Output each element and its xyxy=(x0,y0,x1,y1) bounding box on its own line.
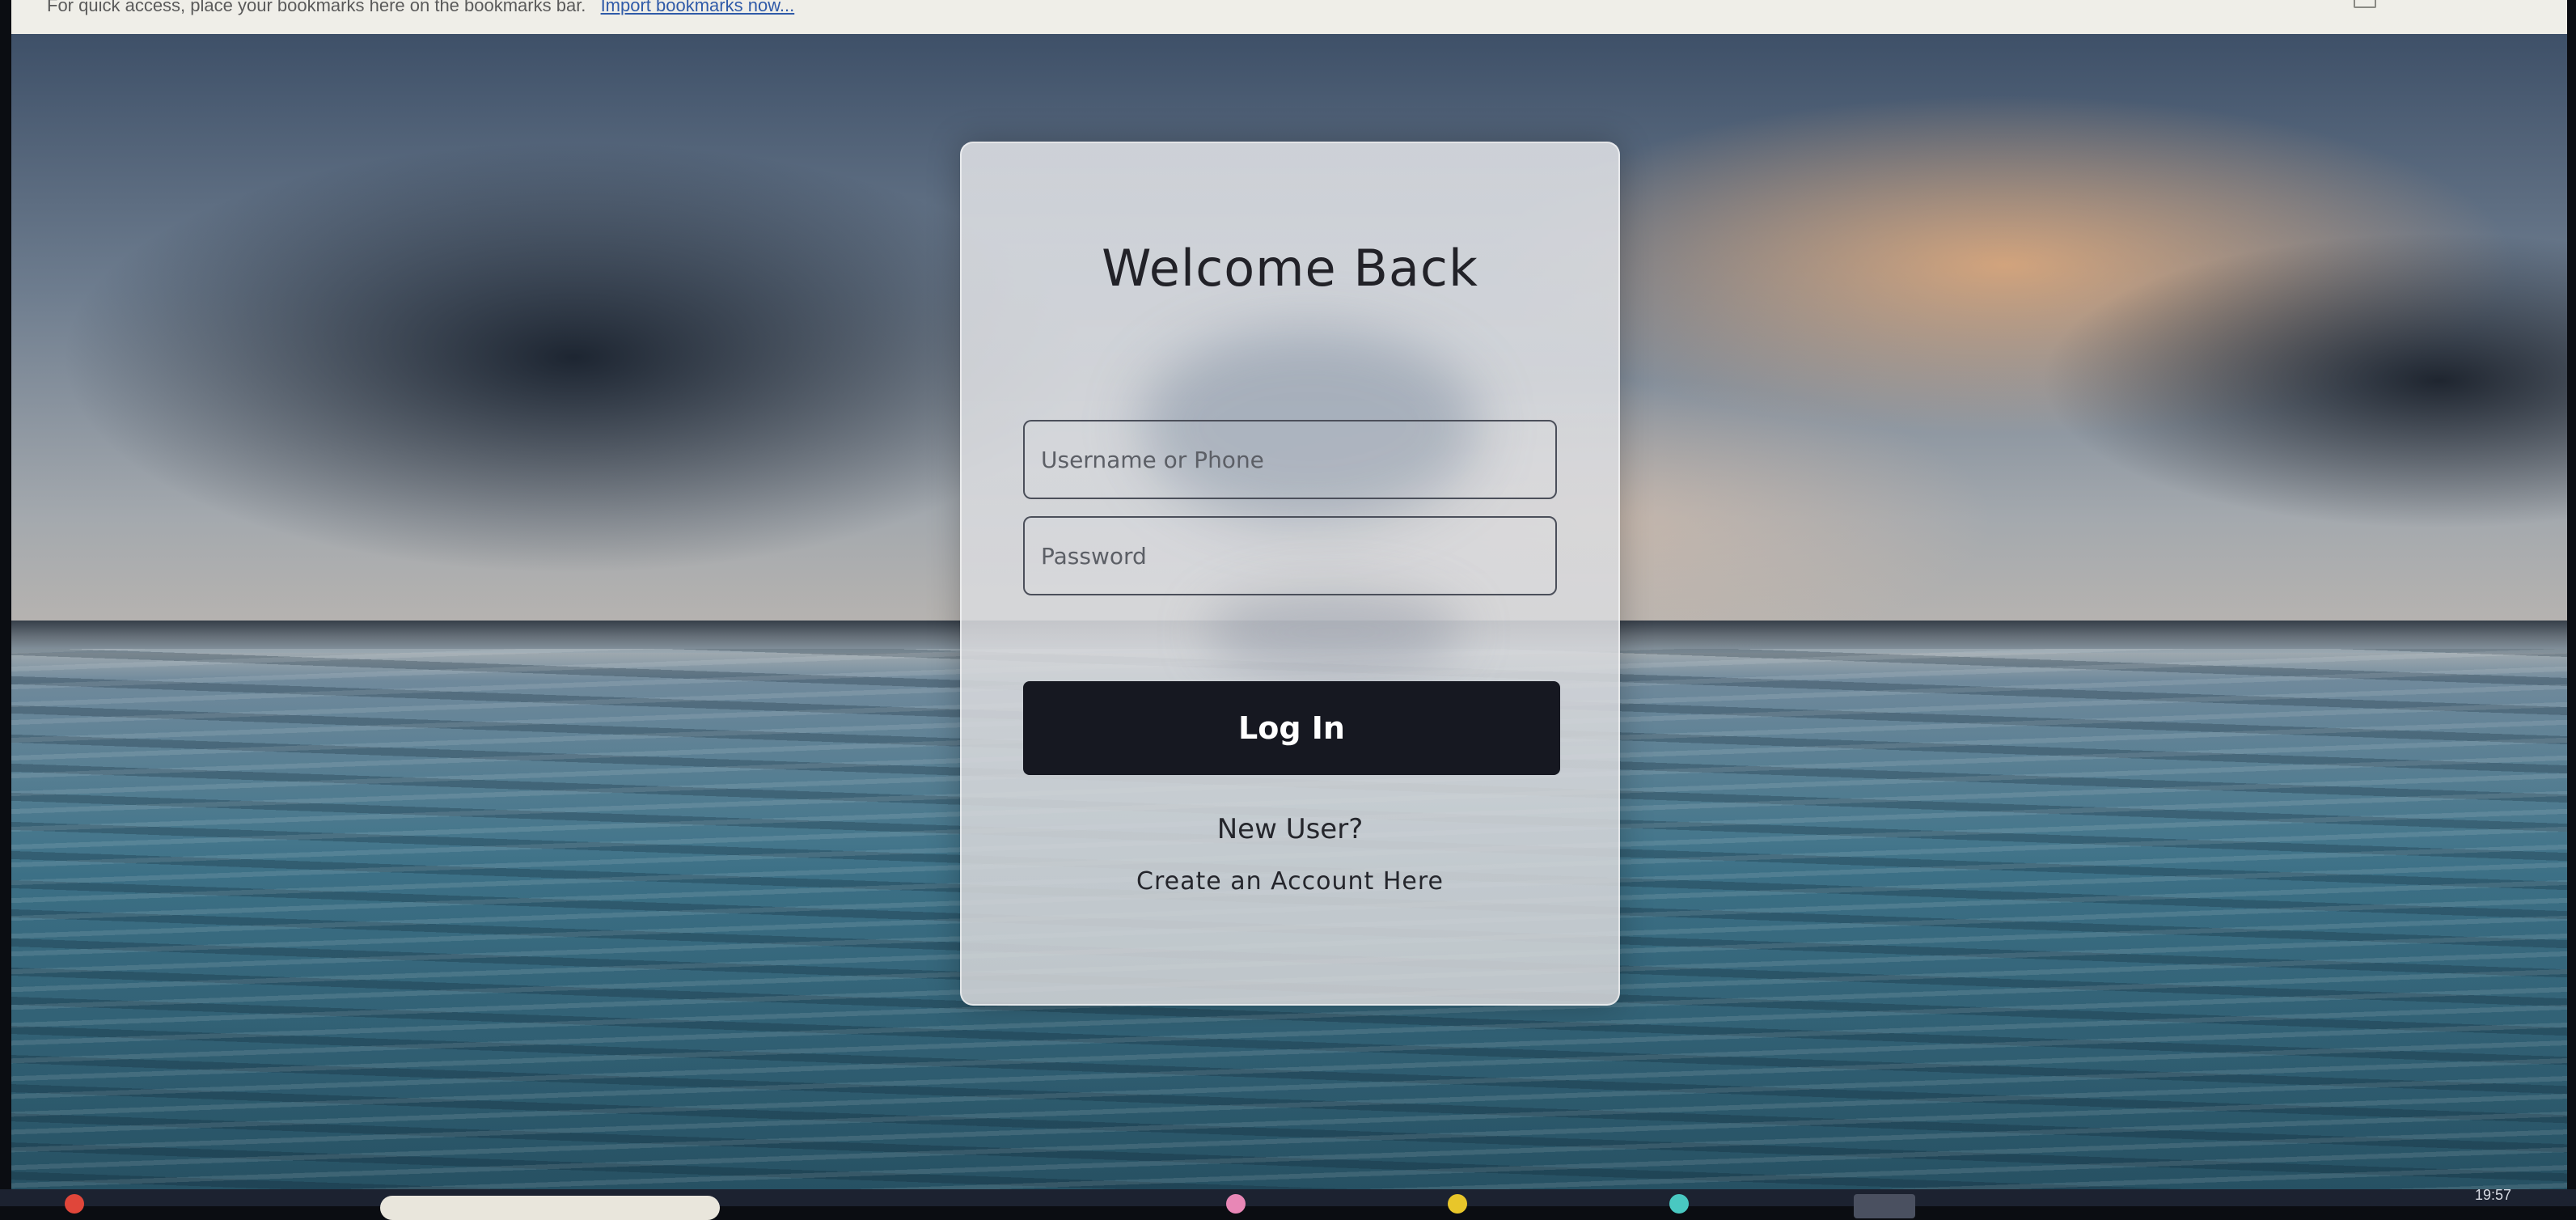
login-button[interactable]: Log In xyxy=(1023,681,1560,775)
taskbar-search[interactable] xyxy=(380,1196,720,1220)
clock: 19:57 xyxy=(2474,1187,2511,1203)
app-icon[interactable] xyxy=(1226,1194,1246,1214)
password-field[interactable] xyxy=(1023,516,1557,595)
app-icon[interactable] xyxy=(1448,1194,1467,1214)
bookmarks-bar: For quick access, place your bookmarks h… xyxy=(11,0,2567,35)
bookmarks-bar-message: For quick access, place your bookmarks h… xyxy=(47,0,794,16)
app-icon[interactable] xyxy=(65,1194,84,1214)
username-input[interactable] xyxy=(1025,421,1555,498)
app-icon[interactable] xyxy=(1854,1194,1915,1218)
create-account-link[interactable]: Create an Account Here xyxy=(962,867,1618,896)
password-input[interactable] xyxy=(1025,518,1555,594)
import-bookmarks-link[interactable]: Import bookmarks now... xyxy=(601,0,795,15)
folder-icon[interactable] xyxy=(2354,0,2376,8)
bookmarks-hint-text: For quick access, place your bookmarks h… xyxy=(47,0,586,15)
taskbar: 19:57 xyxy=(0,1187,2576,1220)
new-user-label: New User? xyxy=(1216,813,1364,845)
browser-viewport: For quick access, place your bookmarks h… xyxy=(11,0,2567,1189)
app-icon[interactable] xyxy=(1669,1194,1689,1214)
username-field[interactable] xyxy=(1023,420,1557,499)
glass-blur xyxy=(1204,588,1463,677)
login-card: Welcome Back Log In New User? Create an … xyxy=(960,142,1620,1006)
page-title: Welcome Back xyxy=(1102,239,1478,298)
